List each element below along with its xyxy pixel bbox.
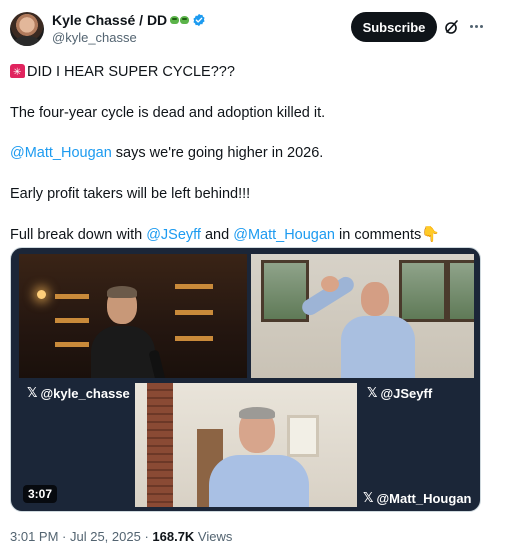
tweet-line-text: says we're going higher in 2026. <box>111 145 324 161</box>
grok-icon[interactable] <box>444 19 460 35</box>
video-name-text: @kyle_chasse <box>40 386 130 401</box>
tweet-line: DID I HEAR SUPER CYCLE??? <box>10 62 500 83</box>
shelf <box>55 318 89 323</box>
window <box>447 260 474 322</box>
avatar[interactable] <box>10 12 44 46</box>
video-name-label: 𝕏 @JSeyff <box>367 386 432 401</box>
tweet-header: Kyle Chassé / DD @kyle_chasse Subscribe <box>10 10 503 50</box>
person-body <box>91 326 155 378</box>
tweet-date[interactable]: Jul 25, 2025 <box>70 529 141 544</box>
tweet-time[interactable]: 3:01 PM <box>10 529 58 544</box>
tweet-meta: 3:01 PM · Jul 25, 2025 · 168.7K Views <box>10 529 232 544</box>
author-handle[interactable]: @kyle_chasse <box>52 30 206 45</box>
person-hair <box>107 286 137 298</box>
person-head <box>361 282 389 316</box>
views-count[interactable]: 168.7K <box>152 529 194 544</box>
verified-badge-icon[interactable] <box>192 13 206 27</box>
author-name-row: Kyle Chassé / DD <box>52 12 206 28</box>
video-duration-badge: 3:07 <box>23 485 58 503</box>
tweet-line-text: Full break down with <box>10 227 147 243</box>
video-player[interactable]: 𝕏 @kyle_chasse 𝕏 @JSeyff 𝕏 @Matt_Hougan 3:0… <box>10 247 481 512</box>
video-panel-matt <box>135 383 357 507</box>
person-body <box>341 316 415 378</box>
video-panel-kyle <box>19 254 247 378</box>
video-name-text: @JSeyff <box>380 386 433 401</box>
meta-separator: · <box>140 529 153 544</box>
mention-link[interactable]: @JSeyff <box>146 227 201 243</box>
shelf <box>175 336 213 341</box>
person <box>203 407 315 507</box>
shelf <box>175 284 213 289</box>
mention-link[interactable]: @Matt_Hougan <box>10 145 112 161</box>
frog-icon <box>170 16 190 24</box>
shelf <box>55 294 89 299</box>
tweet-line: Full break down with @JSeyff and @Matt_H… <box>10 224 500 245</box>
shelf <box>175 310 213 315</box>
person-hand <box>321 276 339 292</box>
video-name-text: @Matt_Hougan <box>376 491 472 506</box>
tweet-line-text: Early profit takers will be left behind!… <box>10 185 251 202</box>
pointing-down-icon: 👇 <box>421 225 440 243</box>
author-block: Kyle Chassé / DD @kyle_chasse <box>52 12 206 45</box>
meta-separator: · <box>58 529 70 544</box>
tweet-line: The four-year cycle is dead and adoption… <box>10 103 500 123</box>
person <box>91 286 168 378</box>
tweet-line: Early profit takers will be left behind!… <box>10 184 500 204</box>
person-hair <box>239 407 275 419</box>
x-logo-icon: 𝕏 <box>27 386 38 401</box>
person <box>291 273 431 378</box>
x-logo-icon: 𝕏 <box>363 491 374 506</box>
video-name-label: 𝕏 @kyle_chasse <box>27 386 130 401</box>
more-options-icon[interactable] <box>467 17 485 35</box>
author-display-name[interactable]: Kyle Chassé / DD <box>52 12 167 28</box>
tweet-line-text: and <box>200 227 234 243</box>
mention-link[interactable]: @Matt_Hougan <box>233 227 335 243</box>
brick-wall <box>147 383 173 507</box>
subscribe-button[interactable]: Subscribe <box>351 12 437 42</box>
siren-icon <box>10 63 25 83</box>
lamp <box>37 290 46 299</box>
x-logo-icon: 𝕏 <box>367 386 378 401</box>
tweet-line-text: DID I HEAR SUPER CYCLE??? <box>27 64 235 80</box>
views-label: Views <box>194 529 233 544</box>
avatar-shirt <box>14 36 40 46</box>
shelf <box>55 342 89 347</box>
tweet-line-text: in comments <box>335 227 422 243</box>
tweet-text: DID I HEAR SUPER CYCLE??? The four-year … <box>10 62 500 266</box>
tweet-line-text: The four-year cycle is dead and adoption… <box>10 104 326 121</box>
person-body <box>209 455 309 507</box>
video-panel-jseyff <box>251 254 474 378</box>
tweet-line: @Matt_Hougan says we're going higher in … <box>10 143 500 163</box>
video-name-label: 𝕏 @Matt_Hougan <box>363 491 472 506</box>
